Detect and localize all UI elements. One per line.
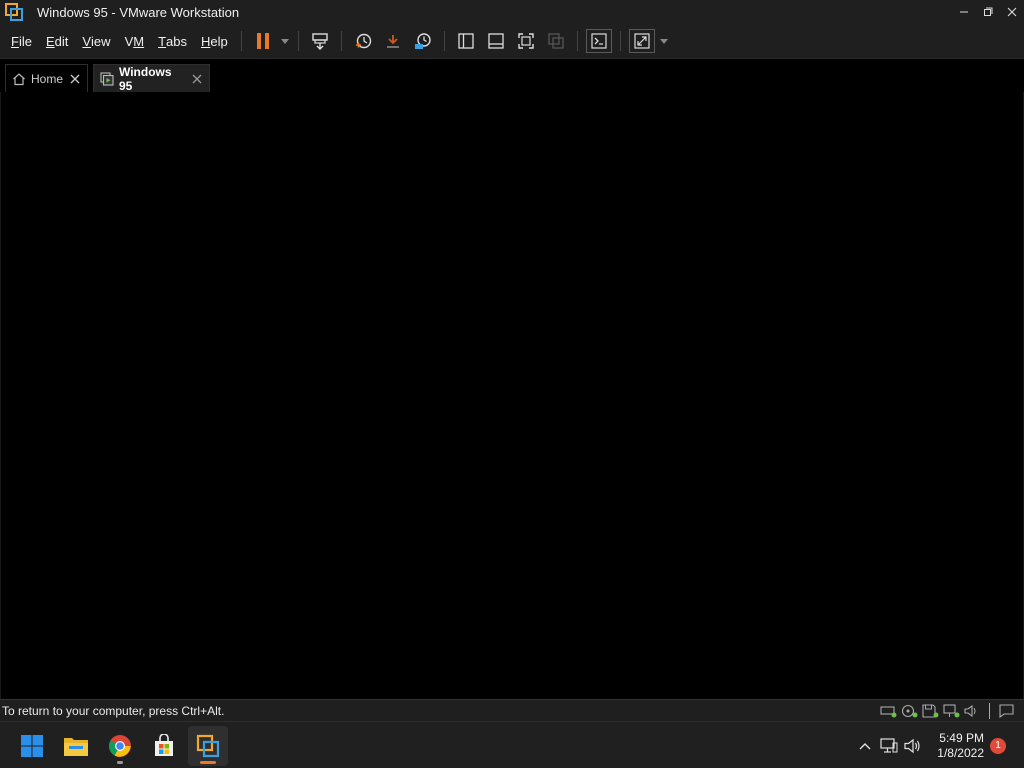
start-button[interactable]: [12, 726, 52, 766]
clock[interactable]: 5:49 PM 1/8/2022: [937, 731, 984, 761]
running-indicator: [117, 761, 123, 764]
toolbar-separator: [443, 31, 445, 51]
message-log-icon[interactable]: [997, 702, 1016, 719]
system-tray: 5:49 PM 1/8/2022 1: [853, 722, 1024, 768]
store-icon: [155, 734, 173, 756]
close-tab-windows-95-icon[interactable]: [187, 69, 207, 89]
menu-file[interactable]: File: [4, 29, 39, 53]
menu-edit[interactable]: Edit: [39, 29, 75, 53]
status-bar: To return to your computer, press Ctrl+A…: [0, 699, 1024, 721]
menu-vm[interactable]: VM: [118, 29, 152, 53]
full-screen-icon[interactable]: [511, 27, 541, 55]
snapshot-manager-icon[interactable]: [408, 27, 438, 55]
home-icon: [12, 72, 26, 86]
close-window-button[interactable]: [1000, 0, 1024, 24]
unity-mode-icon[interactable]: [541, 27, 571, 55]
menu-tabs[interactable]: Tabs: [151, 29, 194, 53]
vmware-icon: [196, 734, 220, 758]
network-adapter-icon[interactable]: [942, 702, 961, 719]
tab-home-label: Home: [31, 71, 64, 86]
send-ctrl-alt-del-icon[interactable]: [305, 27, 335, 55]
clock-time: 5:49 PM: [939, 730, 984, 745]
window-title: Windows 95 - VMware Workstation: [37, 4, 240, 20]
show-library-icon[interactable]: [451, 27, 481, 55]
close-tab-home-icon[interactable]: [65, 69, 85, 89]
active-indicator: [200, 761, 216, 764]
notification-badge[interactable]: 1: [990, 737, 1006, 754]
show-thumbnail-bar-icon[interactable]: [481, 27, 511, 55]
take-snapshot-icon[interactable]: [348, 27, 378, 55]
folder-icon: [64, 738, 88, 756]
hard-disk-icon[interactable]: [879, 702, 898, 719]
vm-console-screen[interactable]: [0, 92, 1024, 699]
minimize-button[interactable]: [952, 0, 976, 24]
menu-bar: File Edit View VM Tabs Help: [4, 29, 235, 53]
console-view-icon[interactable]: [585, 29, 612, 53]
revert-snapshot-icon[interactable]: [378, 27, 408, 55]
tab-windows-95[interactable]: Windows 95: [93, 64, 210, 93]
toolbar-separator: [619, 31, 621, 51]
toolbar-separator: [576, 31, 578, 51]
network-icon[interactable]: [877, 734, 901, 758]
status-separator: [989, 702, 990, 719]
taskbar-microsoft-store[interactable]: [144, 726, 184, 766]
menu-help[interactable]: Help: [194, 29, 235, 53]
taskbar-file-explorer[interactable]: [56, 726, 96, 766]
toolbar-separator: [240, 31, 242, 51]
sound-card-icon[interactable]: [963, 702, 982, 719]
clock-date: 1/8/2022: [937, 745, 984, 760]
volume-icon[interactable]: [901, 734, 925, 758]
windows-logo-icon: [21, 735, 43, 757]
stretch-dropdown-icon[interactable]: [657, 27, 671, 55]
title-bar: Windows 95 - VMware Workstation: [0, 0, 1024, 24]
status-hint: To return to your computer, press Ctrl+A…: [2, 703, 225, 718]
stretch-guest-icon[interactable]: [628, 29, 655, 53]
tab-strip: Home Windows 95: [0, 58, 1024, 93]
vmware-app-icon[interactable]: [2, 0, 26, 24]
cd-dvd-icon[interactable]: [900, 702, 919, 719]
windows-taskbar: 5:49 PM 1/8/2022 1: [0, 721, 1024, 768]
chrome-icon: [109, 735, 131, 757]
chevron-up-icon[interactable]: [853, 734, 877, 758]
toolbar-separator: [340, 31, 342, 51]
toolbar-separator: [297, 31, 299, 51]
floppy-icon[interactable]: [921, 702, 940, 719]
suspend-button[interactable]: [248, 27, 278, 55]
tab-windows-95-label: Windows 95: [119, 64, 172, 93]
restore-button[interactable]: [976, 0, 1000, 24]
power-dropdown-icon[interactable]: [278, 27, 292, 55]
vm-running-icon: [100, 71, 114, 86]
taskbar-chrome[interactable]: [100, 726, 140, 766]
menu-toolbar: File Edit View VM Tabs Help: [0, 24, 1024, 58]
taskbar-vmware-workstation[interactable]: [188, 726, 228, 766]
menu-view[interactable]: View: [75, 29, 117, 53]
tab-home[interactable]: Home: [5, 64, 88, 92]
